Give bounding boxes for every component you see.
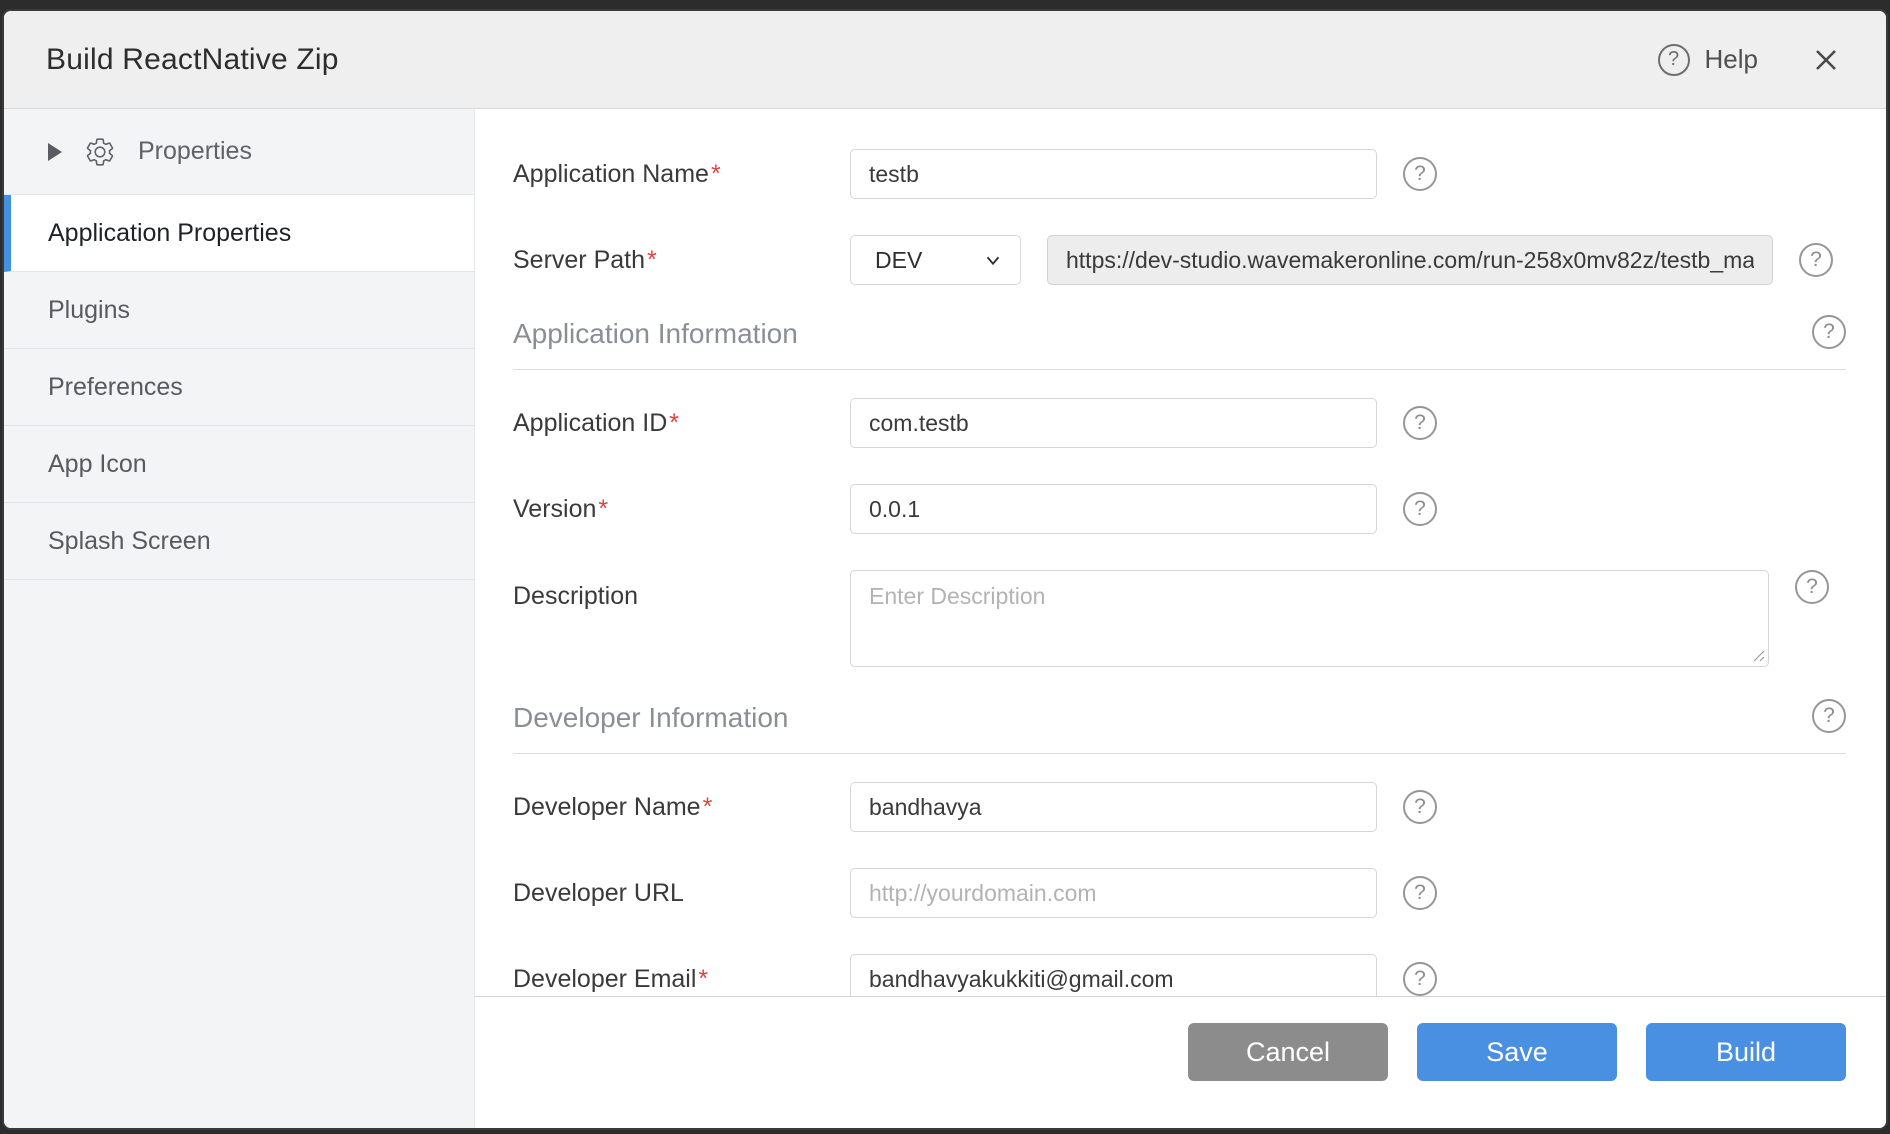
save-button[interactable]: Save — [1417, 1023, 1617, 1081]
application-name-label: Application Name* — [513, 160, 850, 189]
application-name-input[interactable] — [850, 149, 1377, 199]
server-env-select[interactable]: DEV — [850, 235, 1021, 285]
section-divider — [513, 753, 1846, 754]
sidebar-item-label: Application Properties — [48, 219, 291, 248]
required-asterisk: * — [698, 965, 708, 993]
application-id-input[interactable] — [850, 398, 1377, 448]
dialog-title: Build ReactNative Zip — [46, 43, 1658, 77]
developer-information-title: Developer Information — [513, 699, 1812, 737]
application-id-row: Application ID* ? — [513, 398, 1846, 448]
developer-url-input[interactable] — [850, 868, 1377, 918]
developer-name-row: Developer Name* ? — [513, 782, 1846, 832]
required-asterisk: * — [703, 793, 713, 821]
close-button[interactable] — [1812, 46, 1840, 74]
help-button[interactable]: ? Help — [1658, 44, 1758, 76]
help-label: Help — [1705, 44, 1758, 75]
developer-name-input[interactable] — [850, 782, 1377, 832]
close-icon — [1812, 46, 1840, 74]
sidebar-item-label: Splash Screen — [48, 527, 211, 556]
sidebar-item-plugins[interactable]: Plugins — [4, 272, 474, 349]
developer-information-section: Developer Information ? — [513, 699, 1846, 754]
sidebar-item-label: Preferences — [48, 373, 183, 402]
application-id-label: Application ID* — [513, 409, 850, 438]
application-information-title: Application Information — [513, 315, 1812, 353]
gear-icon — [84, 136, 116, 168]
required-asterisk: * — [647, 246, 657, 274]
sidebar: Properties Application Properties Plugin… — [4, 109, 475, 1128]
build-reactnative-zip-dialog: Build ReactNative Zip ? Help Properties … — [2, 9, 1888, 1130]
dialog-footer: Cancel Save Build — [475, 996, 1886, 1128]
developer-email-row: Developer Email* ? — [513, 954, 1846, 996]
build-button[interactable]: Build — [1646, 1023, 1846, 1081]
sidebar-item-app-icon[interactable]: App Icon — [4, 426, 474, 503]
version-row: Version* ? — [513, 484, 1846, 534]
developer-name-help-icon[interactable]: ? — [1403, 790, 1437, 824]
sidebar-item-label: App Icon — [48, 450, 147, 479]
expand-arrow-icon — [48, 143, 62, 161]
developer-email-input[interactable] — [850, 954, 1377, 996]
sidebar-item-preferences[interactable]: Preferences — [4, 349, 474, 426]
server-env-selected-value: DEV — [875, 247, 922, 274]
description-row: Description ? — [513, 570, 1846, 667]
server-path-row: Server Path* DEV ? — [513, 235, 1846, 285]
version-label: Version* — [513, 495, 850, 524]
version-help-icon[interactable]: ? — [1403, 492, 1437, 526]
developer-email-label: Developer Email* — [513, 965, 850, 994]
sidebar-group-label: Properties — [138, 137, 252, 166]
application-id-help-icon[interactable]: ? — [1403, 406, 1437, 440]
chevron-down-icon — [982, 249, 1004, 271]
developer-email-help-icon[interactable]: ? — [1403, 962, 1437, 996]
application-information-help-icon[interactable]: ? — [1812, 315, 1846, 349]
description-label: Description — [513, 570, 850, 611]
cancel-button[interactable]: Cancel — [1188, 1023, 1388, 1081]
application-information-section: Application Information ? — [513, 315, 1846, 370]
developer-name-label: Developer Name* — [513, 793, 850, 822]
server-path-help-icon[interactable]: ? — [1799, 243, 1833, 277]
developer-information-help-icon[interactable]: ? — [1812, 699, 1846, 733]
dialog-header: Build ReactNative Zip ? Help — [4, 11, 1886, 109]
sidebar-group-properties[interactable]: Properties — [4, 109, 474, 195]
section-divider — [513, 369, 1846, 370]
version-input[interactable] — [850, 484, 1377, 534]
application-properties-form: Application Name* ? Server Path* DEV — [475, 109, 1886, 996]
description-help-icon[interactable]: ? — [1795, 570, 1829, 604]
server-path-label: Server Path* — [513, 246, 850, 275]
developer-url-label: Developer URL — [513, 879, 850, 908]
sidebar-item-splash-screen[interactable]: Splash Screen — [4, 503, 474, 580]
application-name-row: Application Name* ? — [513, 149, 1846, 199]
developer-url-help-icon[interactable]: ? — [1403, 876, 1437, 910]
required-asterisk: * — [669, 409, 679, 437]
developer-url-row: Developer URL ? — [513, 868, 1846, 918]
required-asterisk: * — [711, 160, 721, 188]
sidebar-item-label: Plugins — [48, 296, 130, 325]
server-path-url-input[interactable] — [1047, 235, 1773, 285]
description-textarea[interactable] — [850, 570, 1769, 667]
required-asterisk: * — [598, 495, 608, 523]
sidebar-item-application-properties[interactable]: Application Properties — [4, 195, 474, 272]
help-circle-icon: ? — [1658, 44, 1690, 76]
application-name-help-icon[interactable]: ? — [1403, 157, 1437, 191]
